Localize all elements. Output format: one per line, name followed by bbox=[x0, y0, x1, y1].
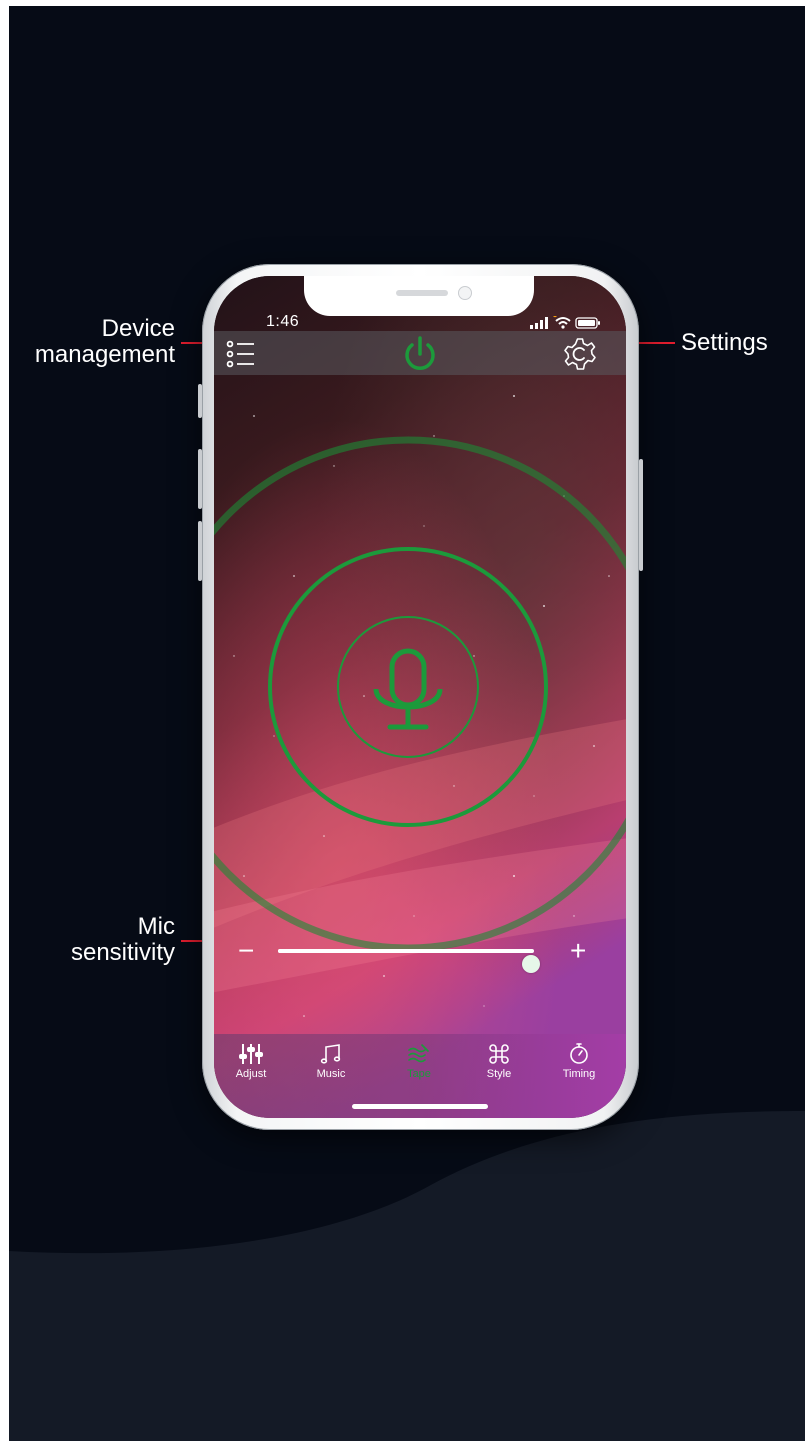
music-note-icon bbox=[320, 1044, 341, 1064]
device-list-icon bbox=[226, 340, 254, 368]
phone-notch bbox=[304, 276, 534, 316]
decrease-sensitivity-button[interactable]: − bbox=[238, 936, 254, 966]
battery-icon bbox=[575, 317, 600, 329]
slider-fill bbox=[278, 949, 532, 953]
home-indicator bbox=[352, 1104, 488, 1109]
gear-icon bbox=[564, 338, 596, 370]
tape-icon bbox=[408, 1044, 429, 1063]
phone-volume-up bbox=[198, 449, 202, 509]
wifi-icon bbox=[555, 317, 571, 325]
callout-settings: Settings bbox=[681, 329, 768, 356]
nav-label-timing: Timing bbox=[562, 1068, 596, 1080]
power-icon bbox=[405, 336, 435, 370]
microphone-icon bbox=[373, 648, 443, 730]
status-time: 1:46 bbox=[266, 313, 300, 330]
top-app-bar bbox=[214, 331, 626, 375]
slider-track[interactable] bbox=[278, 949, 541, 973]
nav-item-music[interactable]: Music bbox=[296, 1042, 366, 1086]
phone-power-button bbox=[639, 459, 643, 571]
mic-sensitivity-slider[interactable]: − + bbox=[214, 936, 626, 973]
nav-item-tape[interactable]: Tape bbox=[384, 1042, 454, 1086]
settings-button[interactable] bbox=[562, 336, 598, 372]
callout-device-management-line2: management bbox=[34, 341, 175, 368]
callout-mic-sensitivity: Mic sensitivity bbox=[9, 914, 175, 966]
app-screen: 1:46 − + Adjust Music Tape Style Timing bbox=[214, 276, 626, 1118]
device-management-button[interactable] bbox=[224, 337, 258, 371]
nav-label-adjust: Adjust bbox=[235, 1068, 267, 1080]
phone-mockup: 1:46 − + Adjust Music Tape Style Timing bbox=[198, 264, 643, 1130]
microphone-button[interactable] bbox=[338, 617, 478, 757]
callout-device-management: Device management bbox=[9, 316, 175, 368]
power-button[interactable] bbox=[401, 335, 439, 373]
status-icons bbox=[530, 316, 600, 329]
callout-mic-sensitivity-line1: Mic bbox=[137, 913, 175, 940]
phone-mute-switch bbox=[198, 384, 202, 418]
increase-sensitivity-button[interactable]: + bbox=[570, 936, 586, 966]
callout-mic-sensitivity-line2: sensitivity bbox=[70, 939, 175, 966]
cellular-signal-icon bbox=[530, 317, 548, 329]
earpiece-speaker bbox=[396, 290, 448, 296]
nav-label-tape: Tape bbox=[407, 1068, 431, 1080]
equalizer-icon bbox=[239, 1044, 263, 1064]
nav-item-timing[interactable]: Timing bbox=[544, 1042, 614, 1086]
callout-device-management-line1: Device bbox=[101, 315, 175, 342]
nav-item-adjust[interactable]: Adjust bbox=[216, 1042, 286, 1086]
command-icon bbox=[489, 1044, 509, 1064]
front-camera bbox=[458, 286, 472, 300]
mic-indicator-dot bbox=[553, 316, 557, 318]
phone-volume-down bbox=[198, 521, 202, 581]
timer-icon bbox=[570, 1043, 588, 1064]
nav-label-style: Style bbox=[486, 1068, 512, 1080]
nav-item-style[interactable]: Style bbox=[464, 1042, 534, 1086]
promo-frame: Device management Settings Mic sensitivi… bbox=[9, 6, 805, 1441]
nav-label-music: Music bbox=[316, 1068, 346, 1080]
